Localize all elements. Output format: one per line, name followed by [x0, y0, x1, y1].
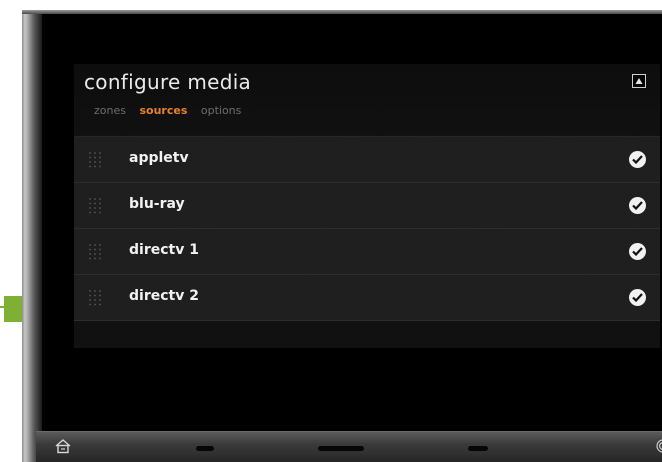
source-label: directv 2	[129, 288, 199, 304]
tab-bar: zones sources options	[94, 104, 251, 117]
drag-grip-icon[interactable]	[88, 151, 102, 169]
source-row-directv-1[interactable]: directv 1	[74, 229, 660, 275]
sources-list: appletv blu-ray directv 1 directv 2	[74, 136, 660, 321]
source-row-appletv[interactable]: appletv	[74, 136, 660, 183]
drag-grip-icon[interactable]	[88, 243, 102, 261]
screen: configure media zones sources options ap…	[42, 14, 662, 436]
collapse-button[interactable]	[632, 74, 646, 88]
check-circle-icon[interactable]	[629, 151, 646, 168]
source-label: appletv	[129, 150, 189, 166]
nav-button-center[interactable]	[318, 446, 364, 451]
source-row-directv-2[interactable]: directv 2	[74, 275, 660, 321]
drag-grip-icon[interactable]	[88, 289, 102, 307]
nav-button-right[interactable]	[468, 446, 488, 451]
nav-button-left[interactable]	[196, 446, 214, 451]
device-bezel: configure media zones sources options ap…	[22, 10, 662, 462]
triangle-up-icon	[635, 78, 643, 84]
source-label: directv 1	[129, 242, 199, 258]
bottom-nav-bar	[36, 431, 662, 462]
tab-options[interactable]: options	[201, 104, 242, 117]
source-label: blu-ray	[129, 196, 185, 212]
page-title: configure media	[84, 70, 252, 94]
check-circle-icon[interactable]	[629, 289, 646, 306]
home-icon[interactable]	[54, 438, 72, 454]
source-row-blu-ray[interactable]: blu-ray	[74, 183, 660, 229]
check-circle-icon[interactable]	[629, 197, 646, 214]
tab-sources[interactable]: sources	[139, 104, 187, 117]
drag-grip-icon[interactable]	[88, 197, 102, 215]
power-icon[interactable]	[656, 439, 662, 453]
configure-media-panel: configure media zones sources options ap…	[74, 64, 660, 348]
tab-zones[interactable]: zones	[94, 104, 126, 117]
check-circle-icon[interactable]	[629, 243, 646, 260]
